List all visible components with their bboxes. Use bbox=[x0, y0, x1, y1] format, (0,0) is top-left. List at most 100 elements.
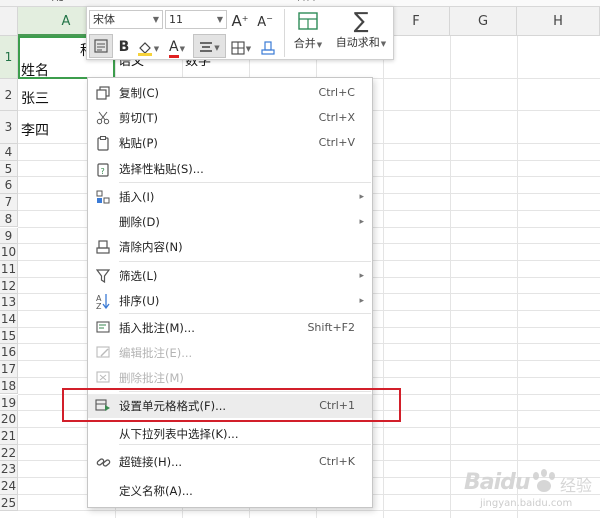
name-box-value: A1 bbox=[52, 0, 64, 4]
menu-item-label: 选择性粘贴(S)... bbox=[119, 162, 204, 176]
clear-format-button[interactable] bbox=[257, 36, 279, 58]
insert-icon bbox=[95, 189, 111, 205]
row-header-14[interactable]: 14 bbox=[0, 311, 18, 328]
menu-item-label: 编辑批注(E)... bbox=[119, 346, 193, 360]
menu-item-edit-comment: 编辑批注(E)... bbox=[88, 341, 372, 365]
menu-item-scissors[interactable]: 剪切(T) Ctrl+X bbox=[88, 106, 372, 130]
borders-icon bbox=[231, 40, 245, 55]
font-name-select[interactable]: 宋体 ▼ bbox=[89, 10, 163, 29]
copy-icon bbox=[95, 85, 111, 101]
menu-item-insert-comment[interactable]: 插入批注(M)... Shift+F2 bbox=[88, 316, 372, 340]
row-header-13[interactable]: 13 bbox=[0, 294, 18, 311]
menu-item-label: 清除内容(N) bbox=[119, 240, 183, 254]
watermark-brand-cn: 经验 bbox=[560, 476, 593, 495]
font-size-select[interactable]: 11 ▼ bbox=[165, 10, 227, 29]
menu-item-insert[interactable]: 插入(I) ▸ bbox=[88, 185, 372, 209]
scissors-icon bbox=[95, 110, 111, 126]
row-header-7[interactable]: 7 bbox=[0, 194, 18, 211]
row-header-6[interactable]: 6 bbox=[0, 177, 18, 195]
menu-item-label: 插入(I) bbox=[119, 190, 155, 204]
mini-toolbar: 宋体 ▼ 11 ▼ A+ A− B ▼ A▼ ▼ ▼ 合并▼ ∑ 自动求和▼ bbox=[86, 6, 394, 60]
menu-item-label: 粘贴(P) bbox=[119, 136, 158, 150]
menu-item-shortcut: Ctrl+K bbox=[318, 455, 355, 468]
row-header-15[interactable]: 15 bbox=[0, 327, 18, 345]
menu-item-shortcut: Ctrl+C bbox=[318, 86, 355, 99]
row-header-19[interactable]: 19 bbox=[0, 394, 18, 412]
toolbar-divider bbox=[284, 9, 285, 57]
column-gridline bbox=[450, 36, 451, 518]
font-color-button[interactable]: A▼ bbox=[164, 36, 190, 58]
menu-item-eraser[interactable]: 清除内容(N) bbox=[88, 235, 372, 259]
row-header-25[interactable]: 25 bbox=[0, 494, 18, 512]
submenu-arrow-icon: ▸ bbox=[359, 296, 364, 306]
menu-item-shortcut: Ctrl+V bbox=[318, 136, 355, 149]
menu-item-label: 删除批注(M) bbox=[119, 371, 184, 385]
autosum-button[interactable]: ∑ 自动求和▼ bbox=[331, 10, 391, 58]
menu-item-paste-special[interactable]: ? 选择性粘贴(S)... bbox=[88, 157, 372, 181]
align-center-icon bbox=[200, 41, 213, 52]
menu-item-label: 复制(C) bbox=[119, 86, 160, 100]
row-header-24[interactable]: 24 bbox=[0, 478, 18, 495]
menu-item-item-5[interactable]: 删除(D) ▸ bbox=[88, 210, 372, 234]
font-name-value: 宋体 bbox=[93, 13, 115, 26]
menu-item-label: 超链接(H)... bbox=[119, 455, 183, 469]
menu-item-filter[interactable]: 筛选(L) ▸ bbox=[88, 264, 372, 288]
row-header-11[interactable]: 11 bbox=[0, 260, 18, 278]
row-header-9[interactable]: 9 bbox=[0, 227, 18, 245]
column-gridline bbox=[383, 36, 384, 518]
format-painter-icon bbox=[94, 39, 108, 53]
row-header-2[interactable]: 2 bbox=[0, 79, 18, 111]
shrink-font-button[interactable]: A− bbox=[254, 8, 276, 30]
menu-item-label: 插入批注(M)... bbox=[119, 321, 195, 335]
format-painter-button[interactable] bbox=[89, 34, 113, 58]
menu-item-label: 从下拉列表中选择(K)... bbox=[119, 427, 239, 441]
watermark-brand: Baidu bbox=[464, 470, 531, 495]
font-size-value: 11 bbox=[169, 13, 183, 26]
row-header-12[interactable]: 12 bbox=[0, 277, 18, 295]
row-header-1[interactable]: 1 bbox=[0, 36, 18, 79]
cell-a2[interactable]: 张三 bbox=[21, 88, 49, 108]
row-header-18[interactable]: 18 bbox=[0, 377, 18, 395]
grow-font-button[interactable]: A+ bbox=[229, 8, 251, 30]
select-all-corner[interactable] bbox=[0, 7, 18, 36]
paint-bucket-icon bbox=[137, 41, 152, 56]
delete-comment-icon bbox=[95, 370, 111, 386]
menu-item-shortcut: Ctrl+X bbox=[318, 111, 355, 124]
menu-separator bbox=[119, 261, 371, 262]
menu-item-paste[interactable]: 粘贴(P) Ctrl+V bbox=[88, 131, 372, 155]
menu-item-shortcut: Shift+F2 bbox=[307, 321, 355, 334]
context-menu: 复制(C) Ctrl+C 剪切(T) Ctrl+X 粘贴(P) Ctrl+V? 选择性粘贴(… bbox=[87, 77, 373, 508]
paste-special-icon: ? bbox=[95, 161, 111, 177]
row-header-4[interactable]: 4 bbox=[0, 144, 18, 161]
row-header-17[interactable]: 17 bbox=[0, 361, 18, 378]
menu-item-link[interactable]: 超链接(H)... Ctrl+K bbox=[88, 450, 372, 474]
row-header-5[interactable]: 5 bbox=[0, 160, 18, 178]
column-header-h[interactable]: H bbox=[517, 7, 600, 36]
eraser-icon bbox=[95, 239, 111, 255]
highlight-annotation-box bbox=[62, 388, 401, 422]
menu-item-copy[interactable]: 复制(C) Ctrl+C bbox=[88, 81, 372, 105]
fill-color-button[interactable]: ▼ bbox=[134, 36, 162, 58]
row-header-23[interactable]: 23 bbox=[0, 461, 18, 478]
row-header-8[interactable]: 8 bbox=[0, 210, 18, 228]
row-header-3[interactable]: 3 bbox=[0, 111, 18, 144]
menu-separator bbox=[119, 182, 371, 183]
column-gridline bbox=[517, 36, 518, 518]
menu-item-sort[interactable]: A Z 排序(U) ▸ bbox=[88, 289, 372, 313]
menu-item-item-13[interactable]: 从下拉列表中选择(K)... bbox=[88, 422, 372, 446]
align-button[interactable]: ▼ bbox=[193, 34, 226, 58]
menu-item-label: 剪切(T) bbox=[119, 111, 158, 125]
row-header-22[interactable]: 22 bbox=[0, 444, 18, 462]
merge-cells-button[interactable]: 合并▼ bbox=[288, 10, 328, 58]
row-header-10[interactable]: 10 bbox=[0, 244, 18, 261]
filter-icon bbox=[95, 268, 111, 284]
eraser-icon bbox=[261, 40, 275, 55]
menu-item-item-15[interactable]: 定义名称(A)... bbox=[88, 479, 372, 503]
row-header-21[interactable]: 21 bbox=[0, 427, 18, 445]
row-header-20[interactable]: 20 bbox=[0, 411, 18, 428]
bold-button[interactable]: B bbox=[115, 36, 133, 58]
row-header-16[interactable]: 16 bbox=[0, 344, 18, 362]
borders-button[interactable]: ▼ bbox=[228, 36, 254, 58]
column-header-g[interactable]: G bbox=[450, 7, 517, 36]
cell-a3[interactable]: 李四 bbox=[21, 120, 49, 140]
